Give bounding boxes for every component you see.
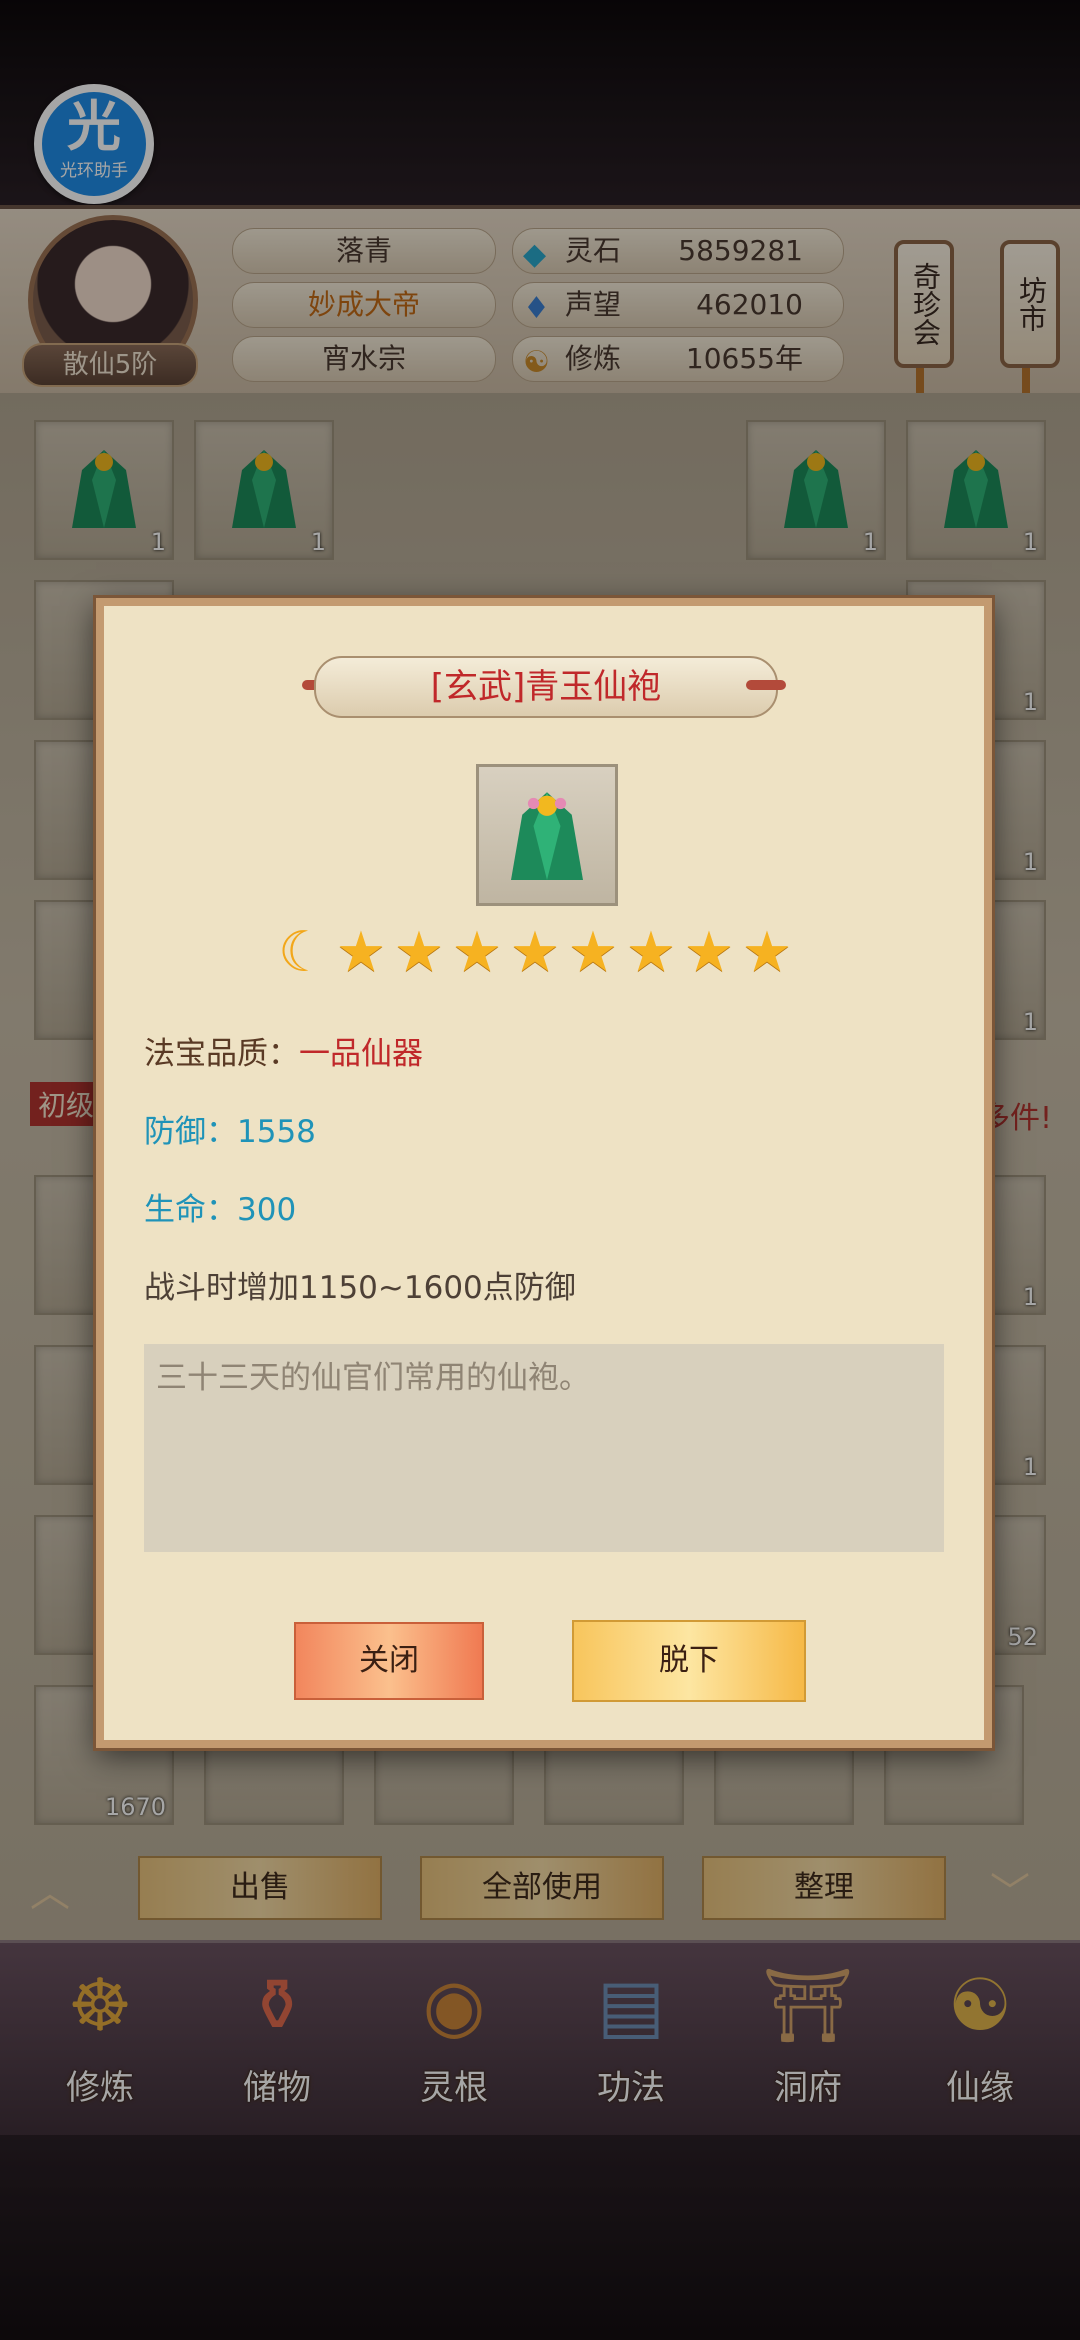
item-title: [玄武]青玉仙袍: [314, 656, 778, 718]
item-detail-modal: [玄武]青玉仙袍 ☾ ★ ★ ★ ★ ★ ★ ★ ★ 法宝品质：一品仙器 防御：1558 生命：…: [96, 598, 992, 1748]
stars-container: ★ ★ ★ ★ ★ ★ ★ ★: [332, 924, 796, 982]
quality-label: 法宝品质：: [144, 1036, 299, 1072]
quality-line: 法宝品质：一品仙器: [144, 1028, 423, 1073]
green-robe-icon: [511, 792, 583, 880]
moon-icon: ☾: [277, 920, 329, 985]
star-icon: ★: [741, 920, 793, 985]
effect-text: 战斗时增加1150~1600点防御: [144, 1270, 576, 1306]
item-icon-frame: [476, 764, 618, 906]
close-button[interactable]: 关闭: [294, 1622, 484, 1700]
description-text: 三十三天的仙官们常用的仙袍。: [156, 1360, 590, 1396]
star-rating: ☾ ★ ★ ★ ★ ★ ★ ★ ★: [274, 924, 814, 990]
description-box: 三十三天的仙官们常用的仙袍。: [144, 1344, 944, 1552]
title-knob-decoration: [746, 680, 786, 690]
star-icon: ★: [567, 920, 619, 985]
star-icon: ★: [509, 920, 561, 985]
unequip-button[interactable]: 脱下: [572, 1620, 806, 1702]
life-stat: 生命：300: [144, 1192, 297, 1228]
star-icon: ★: [335, 920, 387, 985]
star-icon: ★: [625, 920, 677, 985]
quality-value: 一品仙器: [299, 1036, 423, 1072]
defense-stat: 防御：1558: [144, 1114, 316, 1150]
star-icon: ★: [683, 920, 735, 985]
star-icon: ★: [451, 920, 503, 985]
star-icon: ★: [393, 920, 445, 985]
